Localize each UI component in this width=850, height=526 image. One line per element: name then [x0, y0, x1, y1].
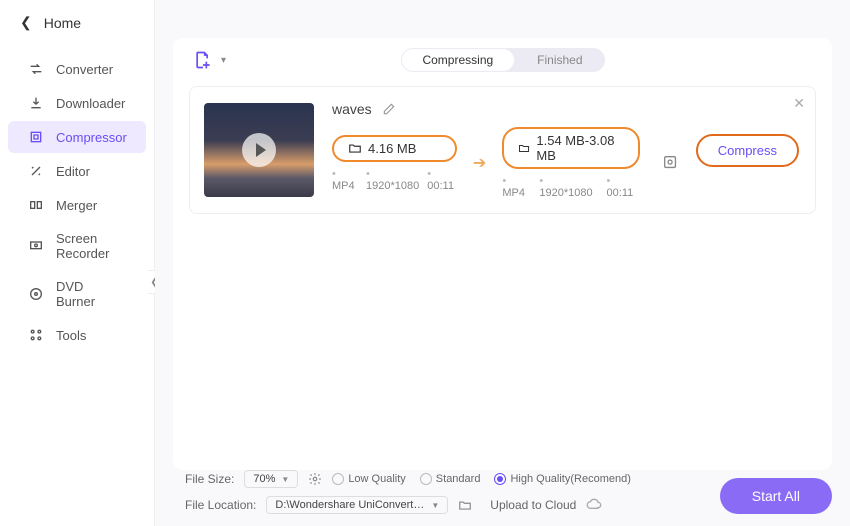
sidebar-item-editor[interactable]: Editor [8, 155, 146, 187]
folder-icon [518, 141, 530, 155]
folder-icon [348, 141, 362, 155]
compress-button[interactable]: Compress [696, 134, 799, 167]
file-location-label: File Location: [185, 498, 256, 512]
editor-icon [28, 163, 44, 179]
add-file-button[interactable]: ▾ [193, 50, 226, 70]
item-settings-icon[interactable] [662, 154, 678, 172]
play-icon[interactable] [242, 133, 276, 167]
merger-icon [28, 197, 44, 213]
file-card: ✕ waves 4.16 MB [189, 86, 816, 214]
sidebar: ❮ Home Converter Downloader Compressor E… [0, 0, 155, 526]
file-size-label: File Size: [185, 472, 234, 486]
file-location-select[interactable]: D:\Wondershare UniConverter 1 ▼ [266, 496, 448, 514]
sidebar-item-screen-recorder[interactable]: Screen Recorder [8, 223, 146, 269]
converter-icon [28, 61, 44, 77]
sidebar-item-label: Downloader [56, 96, 125, 111]
file-name: waves [332, 101, 372, 117]
quality-low[interactable]: Low Quality [332, 473, 405, 485]
tools-icon [28, 327, 44, 343]
chevron-down-icon: ▾ [221, 55, 226, 66]
sidebar-item-label: Compressor [56, 130, 127, 145]
dvd-burner-icon [28, 286, 44, 302]
upload-cloud-label[interactable]: Upload to Cloud [490, 498, 576, 512]
sidebar-item-downloader[interactable]: Downloader [8, 87, 146, 119]
tabs: Compressing Finished [400, 48, 604, 72]
sidebar-item-label: Tools [56, 328, 86, 343]
sidebar-item-label: Merger [56, 198, 97, 213]
remove-file-icon[interactable]: ✕ [793, 95, 805, 112]
rename-icon[interactable] [382, 102, 396, 116]
source-meta: MP4 1920*1080 00:11 [332, 168, 457, 192]
sidebar-item-dvd-burner[interactable]: DVD Burner [8, 271, 146, 317]
quality-high[interactable]: High Quality(Recomend) [494, 473, 630, 485]
size-settings-icon[interactable] [308, 472, 322, 486]
source-size: 4.16 MB [368, 141, 416, 156]
sidebar-item-merger[interactable]: Merger [8, 189, 146, 221]
screen-recorder-icon [28, 238, 44, 254]
compressor-icon [28, 129, 44, 145]
start-all-button[interactable]: Start All [720, 478, 832, 514]
target-size-badge[interactable]: 1.54 MB-3.08 MB [502, 127, 639, 169]
sidebar-item-label: Screen Recorder [56, 231, 126, 261]
tab-compressing[interactable]: Compressing [400, 48, 515, 72]
source-size-badge[interactable]: 4.16 MB [332, 135, 457, 162]
sidebar-item-converter[interactable]: Converter [8, 53, 146, 85]
sidebar-item-label: DVD Burner [56, 279, 126, 309]
downloader-icon [28, 95, 44, 111]
sidebar-item-label: Converter [56, 62, 113, 77]
tab-finished[interactable]: Finished [515, 48, 604, 72]
arrow-right-icon: ➔ [473, 153, 486, 173]
file-size-select[interactable]: 70% ▼ [244, 470, 298, 488]
quality-standard[interactable]: Standard [420, 473, 481, 485]
sidebar-item-label: Editor [56, 164, 90, 179]
target-size: 1.54 MB-3.08 MB [536, 133, 623, 163]
home-label[interactable]: Home [44, 15, 81, 31]
chevron-down-icon: ▼ [431, 501, 439, 510]
chevron-down-icon: ▼ [281, 475, 289, 484]
sidebar-item-compressor[interactable]: Compressor [8, 121, 146, 153]
open-folder-icon[interactable] [458, 498, 472, 512]
sidebar-item-tools[interactable]: Tools [8, 319, 146, 351]
back-icon[interactable]: ❮ [20, 14, 32, 31]
video-thumbnail[interactable] [204, 103, 314, 197]
cloud-icon[interactable] [586, 497, 602, 513]
target-meta: MP4 1920*1080 00:11 [502, 175, 639, 199]
